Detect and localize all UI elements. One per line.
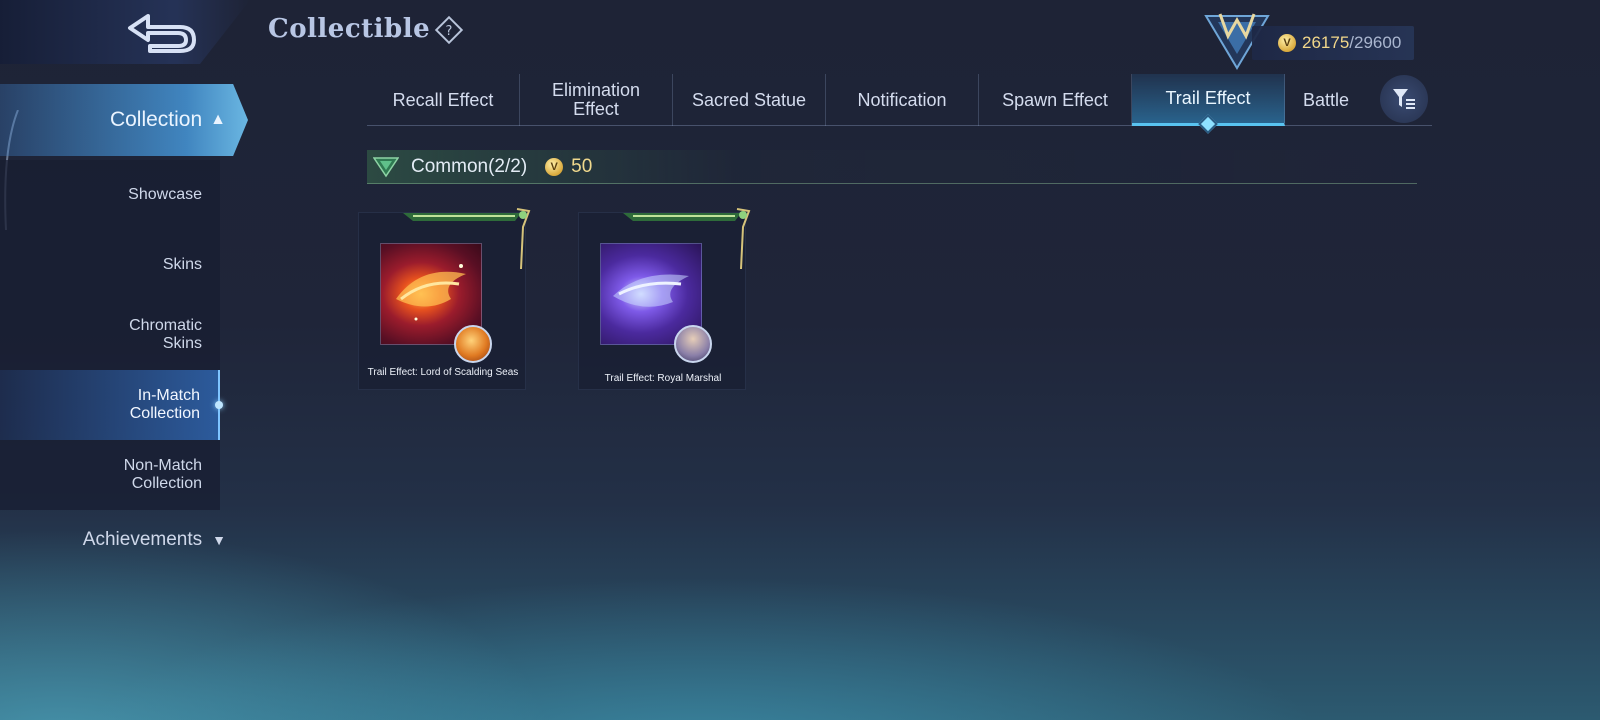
currency-max: /29600 bbox=[1349, 33, 1402, 52]
sidebar-item-label: Non-Match Collection bbox=[123, 456, 202, 492]
screen: Collectible ? V 26175 /29600 Collection … bbox=[0, 0, 1600, 720]
card-label: Trail Effect: Royal Marshal bbox=[604, 373, 722, 384]
sidebar-item-showcase[interactable]: Showcase bbox=[0, 160, 220, 230]
chevron-up-icon: ▲ bbox=[210, 111, 226, 128]
sidebar-achievements[interactable]: Achievements ▼ bbox=[0, 520, 230, 560]
tab-label: Elimination Effect bbox=[551, 80, 641, 119]
currency-display: V 26175 /29600 bbox=[1252, 26, 1414, 60]
sidebar-item-label: In-Match Collection bbox=[129, 386, 200, 422]
sidebar-collection-header[interactable]: Collection ▲ bbox=[0, 84, 248, 156]
filter-icon bbox=[1393, 89, 1415, 109]
section-label: Common(2/2) bbox=[411, 155, 528, 177]
section-points: 50 bbox=[571, 155, 593, 177]
tab-label: Sacred Statue bbox=[691, 89, 807, 110]
sidebar-item-label: Showcase bbox=[128, 185, 202, 203]
collectible-card-royal-marshal[interactable]: Trail Effect: Royal Marshal bbox=[578, 208, 751, 390]
collectible-card-lord-of-scalding-seas[interactable]: Trail Effect: Lord of Scalding Seas bbox=[358, 208, 531, 390]
sidebar-item-chromatic-skins[interactable]: Chromatic Skins bbox=[0, 300, 220, 370]
card-label: Trail Effect: Lord of Scalding Seas bbox=[367, 367, 519, 378]
tab-label: Notification bbox=[857, 89, 947, 110]
category-tabs: Recall Effect Elimination Effect Sacred … bbox=[367, 74, 1432, 126]
hero-avatar-icon bbox=[674, 325, 712, 363]
help-icon[interactable]: ? bbox=[433, 14, 465, 46]
tab-label: Trail Effect bbox=[1165, 88, 1251, 109]
page-title: Collectible bbox=[268, 14, 431, 44]
coin-icon: V bbox=[1278, 34, 1296, 52]
tab-sacred-statue[interactable]: Sacred Statue bbox=[673, 74, 826, 126]
chevron-down-icon: ▼ bbox=[212, 532, 226, 548]
tab-battle[interactable]: Battle bbox=[1285, 74, 1385, 126]
tab-trail-effect[interactable]: Trail Effect bbox=[1132, 74, 1285, 126]
back-arrow-icon bbox=[128, 14, 196, 53]
hero-avatar-icon bbox=[454, 325, 492, 363]
tab-spawn-effect[interactable]: Spawn Effect bbox=[979, 74, 1132, 126]
sidebar-item-skins[interactable]: Skins bbox=[0, 230, 220, 300]
sidebar-achievements-label: Achievements bbox=[82, 529, 203, 550]
section-header-common: Common(2/2) V 50 bbox=[367, 150, 1417, 184]
sidebar-item-non-match-collection[interactable]: Non-Match Collection bbox=[0, 440, 220, 510]
sidebar-collection-label: Collection bbox=[109, 108, 203, 131]
filter-button[interactable] bbox=[1380, 75, 1428, 123]
rarity-emblem-icon bbox=[373, 156, 399, 177]
tab-notification[interactable]: Notification bbox=[826, 74, 979, 126]
sidebar-item-in-match-collection[interactable]: In-Match Collection bbox=[0, 370, 223, 440]
sidebar: Collection ▲ Showcase Skins Chromatic Sk… bbox=[0, 80, 250, 640]
sidebar-list: Showcase Skins Chromatic Skins In-Match … bbox=[0, 160, 223, 510]
back-button[interactable] bbox=[0, 0, 250, 64]
sidebar-item-label: Chromatic Skins bbox=[129, 316, 202, 352]
currency-value: 26175 bbox=[1302, 33, 1350, 52]
svg-text:?: ? bbox=[446, 24, 453, 39]
tab-elimination-effect[interactable]: Elimination Effect bbox=[520, 74, 673, 126]
tab-label: Battle bbox=[1303, 89, 1350, 110]
tab-label: Spawn Effect bbox=[1002, 89, 1108, 110]
tab-recall-effect[interactable]: Recall Effect bbox=[367, 74, 520, 126]
sidebar-item-label: Skins bbox=[162, 255, 202, 273]
points-coin-icon: V bbox=[545, 157, 564, 176]
tab-label: Recall Effect bbox=[392, 89, 494, 110]
